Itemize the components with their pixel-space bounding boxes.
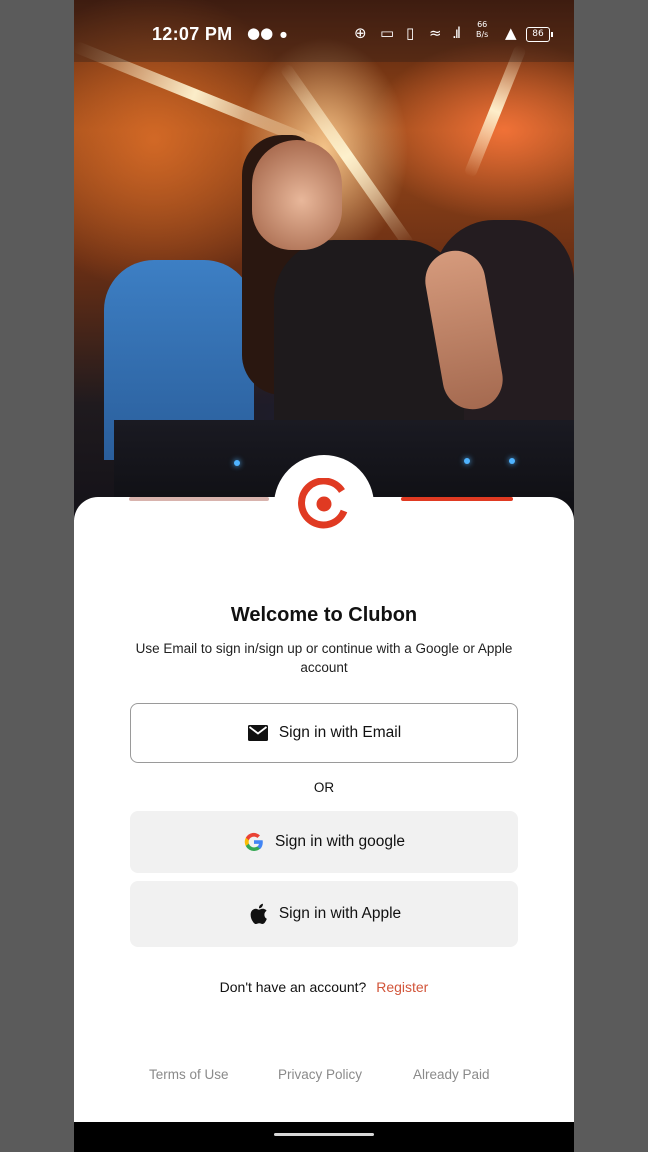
sheet-accent-line-left: [129, 497, 269, 501]
status-time: 12:07 PM: [152, 24, 233, 44]
system-nav-bar: [74, 1122, 574, 1152]
gamepad-icon: ●●: [247, 24, 274, 42]
sign-in-email-label: Sign in with Email: [278, 724, 402, 741]
home-indicator[interactable]: [274, 1133, 374, 1136]
sign-in-email-button[interactable]: Sign in with Email: [130, 703, 518, 763]
data-saver-icon: ⊕: [354, 24, 367, 42]
clubon-logo-icon: [298, 478, 348, 529]
register-prompt: Don't have an account?: [219, 979, 367, 995]
signal-icon: .ıl: [452, 24, 461, 42]
page-subtitle: Use Email to sign in/sign up or continue…: [135, 641, 513, 675]
already-paid-link[interactable]: Already Paid: [413, 1067, 490, 1082]
sign-in-apple-button[interactable]: Sign in with Apple: [130, 881, 518, 947]
hero-dj-photo: [74, 0, 574, 520]
google-icon: [243, 831, 265, 853]
dj-head: [252, 140, 342, 250]
deck-light: [464, 458, 470, 464]
register-row: Don't have an account? Register: [74, 979, 574, 995]
deck-light: [509, 458, 515, 464]
phone-screen: 12:07 PM ●● ● ⊕ ▭ ▯ ≈ .ıl 66 B/s ▲ 86 We…: [74, 0, 574, 1152]
login-sheet: [74, 497, 574, 1122]
status-bar: 12:07 PM ●● ● ⊕ ▭ ▯ ≈ .ıl 66 B/s ▲ 86: [74, 0, 574, 62]
network-speed-value: 66: [477, 20, 488, 29]
cast-icon: ▭: [380, 24, 395, 42]
light-beam: [463, 43, 528, 179]
sign-in-google-label: Sign in with google: [274, 833, 406, 850]
register-link[interactable]: Register: [376, 979, 428, 995]
sheet-accent-line-right: [401, 497, 513, 501]
terms-of-use-link[interactable]: Terms of Use: [149, 1067, 229, 1082]
sign-in-google-button[interactable]: Sign in with google: [130, 811, 518, 873]
network-speed-unit: B/s: [476, 30, 489, 39]
network-speed: 66 B/s: [476, 20, 488, 40]
page-title: Welcome to Clubon: [230, 604, 418, 626]
deck-light: [234, 460, 240, 466]
or-divider: OR: [313, 780, 335, 795]
vibrate-icon: ▯: [406, 24, 415, 42]
battery-indicator: 86: [526, 27, 553, 42]
wifi-icon: ≈: [429, 24, 442, 42]
flask-icon: ▲: [505, 24, 517, 42]
mail-icon: [247, 722, 269, 744]
dot-icon: ●: [280, 30, 287, 39]
privacy-policy-link[interactable]: Privacy Policy: [278, 1067, 362, 1082]
sign-in-apple-label: Sign in with Apple: [278, 905, 402, 922]
apple-icon: [247, 903, 269, 925]
